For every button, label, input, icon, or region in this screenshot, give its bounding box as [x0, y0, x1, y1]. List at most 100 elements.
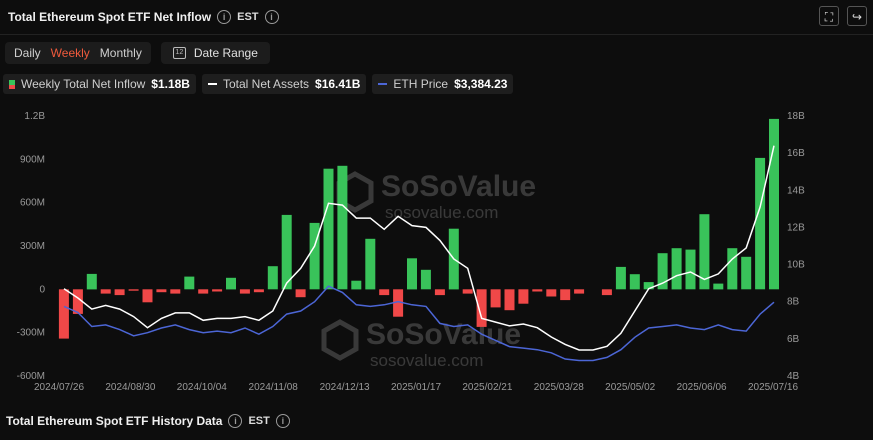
- inflow-bar: [253, 289, 264, 293]
- header-divider: [0, 34, 873, 35]
- x-axis-tick-label: 2025/05/02: [605, 382, 655, 393]
- x-axis-tick-label: 2024/07/26: [34, 382, 84, 393]
- left-axis-tick-label: 300M: [20, 241, 45, 252]
- right-axis-tick-label: 6B: [787, 334, 800, 345]
- inflow-bar: [100, 289, 111, 294]
- left-axis-tick-label: 1.2B: [24, 111, 45, 122]
- chart-legend: Weekly Total Net Inflow $1.18B Total Net…: [3, 74, 514, 94]
- chart-controls: Daily Weekly Monthly 12 Date Range: [5, 42, 270, 64]
- period-monthly-button[interactable]: Monthly: [95, 42, 147, 64]
- x-axis-tick-label: 2025/03/28: [534, 382, 584, 393]
- inflow-bar: [434, 289, 445, 296]
- x-axis-tick-label: 2024/10/04: [177, 382, 227, 393]
- inflow-bar: [769, 118, 779, 290]
- inflow-bar: [226, 277, 236, 290]
- history-data-header: Total Ethereum Spot ETF History Data i E…: [6, 414, 290, 428]
- x-axis-tick-label: 2024/11/08: [249, 382, 299, 393]
- left-axis-tick-label: 600M: [20, 198, 45, 209]
- inflow-bar: [671, 248, 682, 290]
- inflow-bar: [295, 289, 306, 298]
- inflow-bar: [379, 289, 390, 296]
- inflow-bar: [142, 289, 153, 303]
- inflow-bar: [601, 289, 612, 296]
- calendar-icon: 12: [172, 47, 186, 59]
- legend-item-net-assets[interactable]: Total Net Assets $16.41B: [201, 74, 367, 94]
- legend-value: $1.18B: [151, 77, 190, 91]
- period-weekly-button[interactable]: Weekly: [46, 42, 95, 64]
- inflow-bar: [741, 256, 752, 290]
- history-data-title: Total Ethereum Spot ETF History Data: [6, 414, 223, 428]
- inflow-bar: [490, 289, 501, 308]
- legend-item-net-inflow[interactable]: Weekly Total Net Inflow $1.18B: [3, 74, 196, 94]
- inflow-bar: [212, 289, 223, 292]
- inflow-bar: [629, 274, 640, 290]
- watermark-bottom: SoSoValuesosovalue.com: [321, 318, 521, 370]
- inflow-bar: [323, 168, 334, 290]
- x-axis-tick-label: 2024/12/13: [320, 382, 370, 393]
- chart-header: Total Ethereum Spot ETF Net Inflow i EST…: [8, 6, 279, 28]
- inflow-bar: [727, 248, 738, 290]
- legend-label: Weekly Total Net Inflow: [21, 77, 146, 91]
- left-axis-tick-label: -300M: [17, 328, 45, 339]
- inflow-bar: [365, 238, 376, 290]
- inflow-bar: [615, 266, 626, 290]
- right-axis-tick-label: 16B: [787, 148, 805, 159]
- date-range-button[interactable]: 12 Date Range: [160, 42, 270, 64]
- inflow-bar: [546, 289, 557, 297]
- info-icon[interactable]: i: [217, 10, 232, 24]
- left-axis-tick-label: 900M: [20, 154, 45, 165]
- right-axis-tick-label: 18B: [787, 111, 805, 122]
- legend-item-eth-price[interactable]: ETH Price $3,384.23: [372, 74, 514, 94]
- timezone-info-icon[interactable]: i: [264, 10, 279, 24]
- right-axis-tick-label: 10B: [787, 260, 805, 271]
- watermark-logo-icon: [321, 319, 359, 361]
- inflow-bar: [685, 249, 696, 290]
- inflow-bar: [462, 289, 473, 294]
- inflow-chart[interactable]: SoSoValuesosovalue.comSoSoValuesosovalue…: [0, 100, 873, 400]
- left-axis-tick-label: 0: [39, 284, 45, 295]
- inflow-bar: [239, 289, 250, 294]
- watermark-brand: SoSoValue: [381, 170, 536, 203]
- inflow-bar: [156, 289, 167, 293]
- inflow-bar: [420, 269, 431, 290]
- inflow-bar: [713, 283, 724, 290]
- right-axis-tick-label: 8B: [787, 297, 800, 308]
- period-selector: Daily Weekly Monthly: [5, 42, 151, 64]
- right-axis: 18B 16B 14B 12B 10B 8B 6B 4B: [787, 111, 805, 382]
- inflow-bar: [281, 214, 292, 290]
- legend-label: ETH Price: [393, 77, 449, 91]
- period-daily-button[interactable]: Daily: [9, 42, 46, 64]
- inflow-bar: [337, 165, 348, 290]
- legend-label: Total Net Assets: [222, 77, 310, 91]
- inflow-bar: [86, 273, 97, 290]
- left-axis-tick-label: -600M: [17, 371, 45, 382]
- line-swatch-icon: [378, 83, 388, 85]
- left-axis: 1.2B 900M 600M 300M 0 -300M -600M: [17, 111, 46, 382]
- share-icon[interactable]: ↪: [847, 6, 867, 26]
- fullscreen-icon[interactable]: ⛶: [819, 6, 839, 26]
- chart-title: Total Ethereum Spot ETF Net Inflow: [8, 10, 212, 24]
- x-axis-tick-label: 2024/08/30: [105, 382, 155, 393]
- right-axis-tick-label: 14B: [787, 185, 805, 196]
- inflow-bar: [407, 258, 417, 290]
- right-axis-tick-label: 4B: [787, 371, 800, 382]
- inflow-bar: [532, 289, 543, 292]
- timezone-info-icon[interactable]: i: [275, 414, 290, 428]
- x-axis-tick-label: 2025/01/17: [391, 382, 441, 393]
- timezone-label: EST: [237, 11, 259, 23]
- info-icon[interactable]: i: [228, 414, 243, 428]
- line-swatch-icon: [207, 83, 217, 85]
- x-axis-tick-label: 2025/07/16: [748, 382, 798, 393]
- watermark-domain: sosovalue.com: [370, 351, 483, 370]
- legend-value: $16.41B: [315, 77, 361, 91]
- inflow-bar: [574, 289, 585, 294]
- legend-value: $3,384.23: [454, 77, 508, 91]
- inflow-bar: [267, 266, 278, 290]
- watermark-top: SoSoValuesosovalue.com: [336, 170, 536, 222]
- date-range-label: Date Range: [193, 46, 258, 60]
- inflow-bar: [504, 289, 515, 311]
- inflow-bar: [560, 289, 571, 301]
- inflow-bar: [351, 280, 362, 290]
- bar-swatch-icon: [9, 79, 15, 89]
- inflow-bar: [755, 157, 766, 290]
